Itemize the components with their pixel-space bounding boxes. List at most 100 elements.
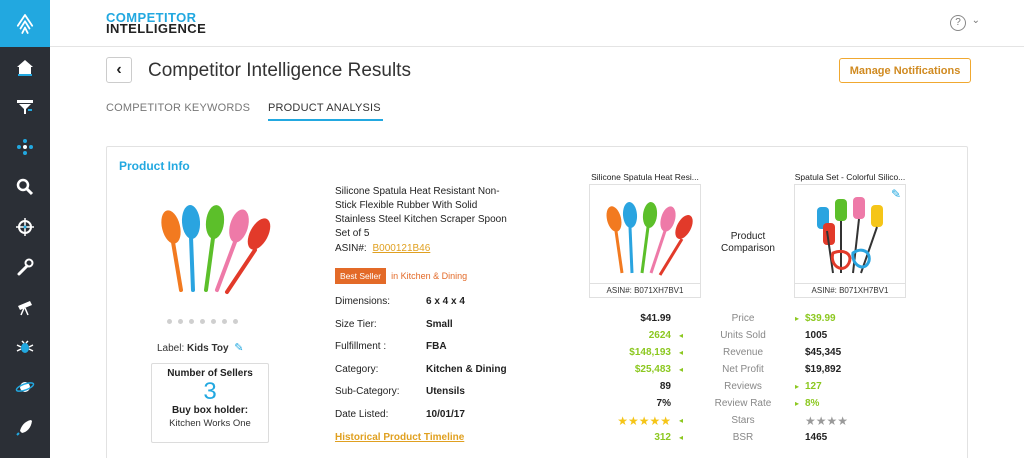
arrow-left-icon: ◂ xyxy=(679,348,684,357)
back-button[interactable]: ‹ xyxy=(106,57,132,83)
left-stars-icon: ★★★★★ xyxy=(617,414,671,428)
left-metric: $41.99 xyxy=(640,313,671,324)
buybox-title: Buy box holder: xyxy=(171,405,249,416)
spec-key: Size Tier: xyxy=(335,318,377,330)
spec-value: 6 x 4 x 4 xyxy=(426,296,465,307)
metric-row-reviews: 89 Reviews ▸ 127 xyxy=(587,381,887,398)
metric-label: Net Profit xyxy=(722,364,764,375)
metric-label: Price xyxy=(731,313,755,324)
right-product-card[interactable]: ASIN#: B071XH7BV1 xyxy=(794,184,906,298)
chevron-down-icon[interactable]: ⌄ xyxy=(972,15,980,26)
brand-logo[interactable]: COMPETITOR INTELLIGENCE xyxy=(106,11,207,36)
spec-key: Date Listed: xyxy=(335,408,389,420)
product-title: Silicone Spatula Heat Resistant Non-Stic… xyxy=(335,186,507,239)
product-info-card: Product Info Label: Kids Toy ✎ Number of… xyxy=(106,146,968,458)
metric-label: Reviews xyxy=(724,381,762,392)
metric-label: Units Sold xyxy=(720,330,766,341)
arrow-left-icon: ◂ xyxy=(679,416,684,425)
right-product-title: Spatula Set - Colorful Silico... xyxy=(794,172,906,182)
help-icon[interactable]: ? xyxy=(950,15,966,31)
right-stars-icon: ★★★★ xyxy=(805,414,849,428)
right-metric: $19,892 xyxy=(805,364,842,375)
arrow-right-icon: ▸ xyxy=(795,399,800,408)
planet-icon[interactable] xyxy=(0,367,50,407)
metric-label: Revenue xyxy=(722,347,764,358)
metric-row-review-rate: 7% Review Rate ▸ 8% xyxy=(587,398,887,415)
left-metric: $148,193 xyxy=(629,347,671,358)
left-metric: 7% xyxy=(656,398,671,409)
spec-value: 10/01/17 xyxy=(426,408,465,420)
home-icon[interactable] xyxy=(0,47,50,87)
tab-competitor-keywords[interactable]: COMPETITOR KEYWORDS xyxy=(106,102,250,114)
asin-label: ASIN#: xyxy=(335,243,367,254)
left-metric: $25,483 xyxy=(634,364,671,375)
asin-row: ASIN#: B000121B46 xyxy=(335,243,430,254)
edit-label-icon[interactable]: ✎ xyxy=(234,342,243,354)
right-product-image xyxy=(817,197,883,274)
spec-key: Fulfillment : xyxy=(335,341,387,352)
bug-icon[interactable] xyxy=(0,327,50,367)
spec-value: Small xyxy=(426,318,453,330)
comparison-label-line-1: Product xyxy=(730,231,766,242)
search-icon[interactable] xyxy=(0,167,50,207)
filter-icon[interactable] xyxy=(0,87,50,127)
arrow-left-icon: ◂ xyxy=(679,365,684,374)
rating-dots xyxy=(167,319,238,324)
wrench-icon[interactable] xyxy=(0,247,50,287)
rocket-icon[interactable] xyxy=(0,407,50,447)
metric-label: Review Rate xyxy=(714,398,772,409)
left-product-image xyxy=(606,202,693,276)
label-key: Label: xyxy=(157,343,185,354)
metric-row-stars: ★★★★★ ◂ Stars ★★★★ xyxy=(587,414,887,432)
asin-link[interactable]: B000121B46 xyxy=(372,243,430,254)
active-tab-indicator xyxy=(268,119,383,121)
right-metric: 127 xyxy=(805,381,822,392)
arrow-right-icon: ▸ xyxy=(795,382,800,391)
app-logo[interactable] xyxy=(0,0,50,47)
metric-row-units: 2624 ◂ Units Sold 1005 xyxy=(587,330,887,347)
left-metric: 312 xyxy=(654,432,671,443)
right-metric: 1005 xyxy=(805,330,828,341)
right-metric: $45,345 xyxy=(805,347,842,358)
right-metric: $39.99 xyxy=(805,313,836,324)
sidebar xyxy=(0,0,50,458)
left-product-asin: ASIN#: B071XH7BV1 xyxy=(590,283,700,297)
tab-product-analysis[interactable]: PRODUCT ANALYSIS xyxy=(268,102,381,114)
historical-timeline-link[interactable]: Historical Product Timeline xyxy=(335,432,464,443)
sellers-box: Number of Sellers 3 Buy box holder: Kitc… xyxy=(151,363,269,443)
best-seller-category: in Kitchen & Dining xyxy=(391,271,468,281)
spec-key: Category: xyxy=(335,363,379,375)
metric-label: Stars xyxy=(731,415,755,426)
logo-icon xyxy=(16,13,34,34)
manage-notifications-button[interactable]: Manage Notifications xyxy=(839,58,971,83)
arrow-left-icon: ◂ xyxy=(679,331,684,340)
target-icon[interactable] xyxy=(0,207,50,247)
right-product-asin: ASIN#: B071XH7BV1 xyxy=(795,283,905,297)
left-metric: 89 xyxy=(659,381,671,392)
metric-row-bsr: 312 ◂ BSR 1465 xyxy=(587,432,887,449)
network-icon[interactable] xyxy=(0,127,50,167)
spec-value: Kitchen & Dining xyxy=(426,363,507,375)
comparison-metrics: $41.99 Price ▸ $39.99 2624 ◂ Units Sold … xyxy=(587,313,887,449)
telescope-icon[interactable] xyxy=(0,287,50,327)
metric-row-revenue: $148,193 ◂ Revenue $45,345 xyxy=(587,347,887,364)
top-bar: COMPETITOR INTELLIGENCE ? ⌄ xyxy=(50,0,1024,47)
spec-value: Utensils xyxy=(426,386,465,397)
arrow-right-icon: ▸ xyxy=(795,314,800,323)
brand-line-2: INTELLIGENCE xyxy=(106,21,207,36)
left-metric: 2624 xyxy=(648,330,671,341)
section-title: Product Info xyxy=(119,159,190,173)
left-product-title: Silicone Spatula Heat Resi... xyxy=(591,172,699,182)
product-image[interactable] xyxy=(151,202,271,302)
best-seller-badge: Best Seller xyxy=(335,268,387,284)
metric-row-net-profit: $25,483 ◂ Net Profit $19,892 xyxy=(587,364,887,381)
right-metric: 1465 xyxy=(805,432,828,443)
label-value: Kids Toy xyxy=(187,343,229,354)
left-product-card[interactable]: ASIN#: B071XH7BV1 xyxy=(589,184,701,298)
label-row: Label: Kids Toy ✎ xyxy=(157,341,244,354)
page-title: Competitor Intelligence Results xyxy=(148,60,411,81)
comparison-label-line-2: Comparison xyxy=(721,243,775,254)
metric-label: BSR xyxy=(732,432,754,443)
spec-key: Sub-Category: xyxy=(335,386,400,397)
sellers-count: 3 xyxy=(203,378,217,405)
